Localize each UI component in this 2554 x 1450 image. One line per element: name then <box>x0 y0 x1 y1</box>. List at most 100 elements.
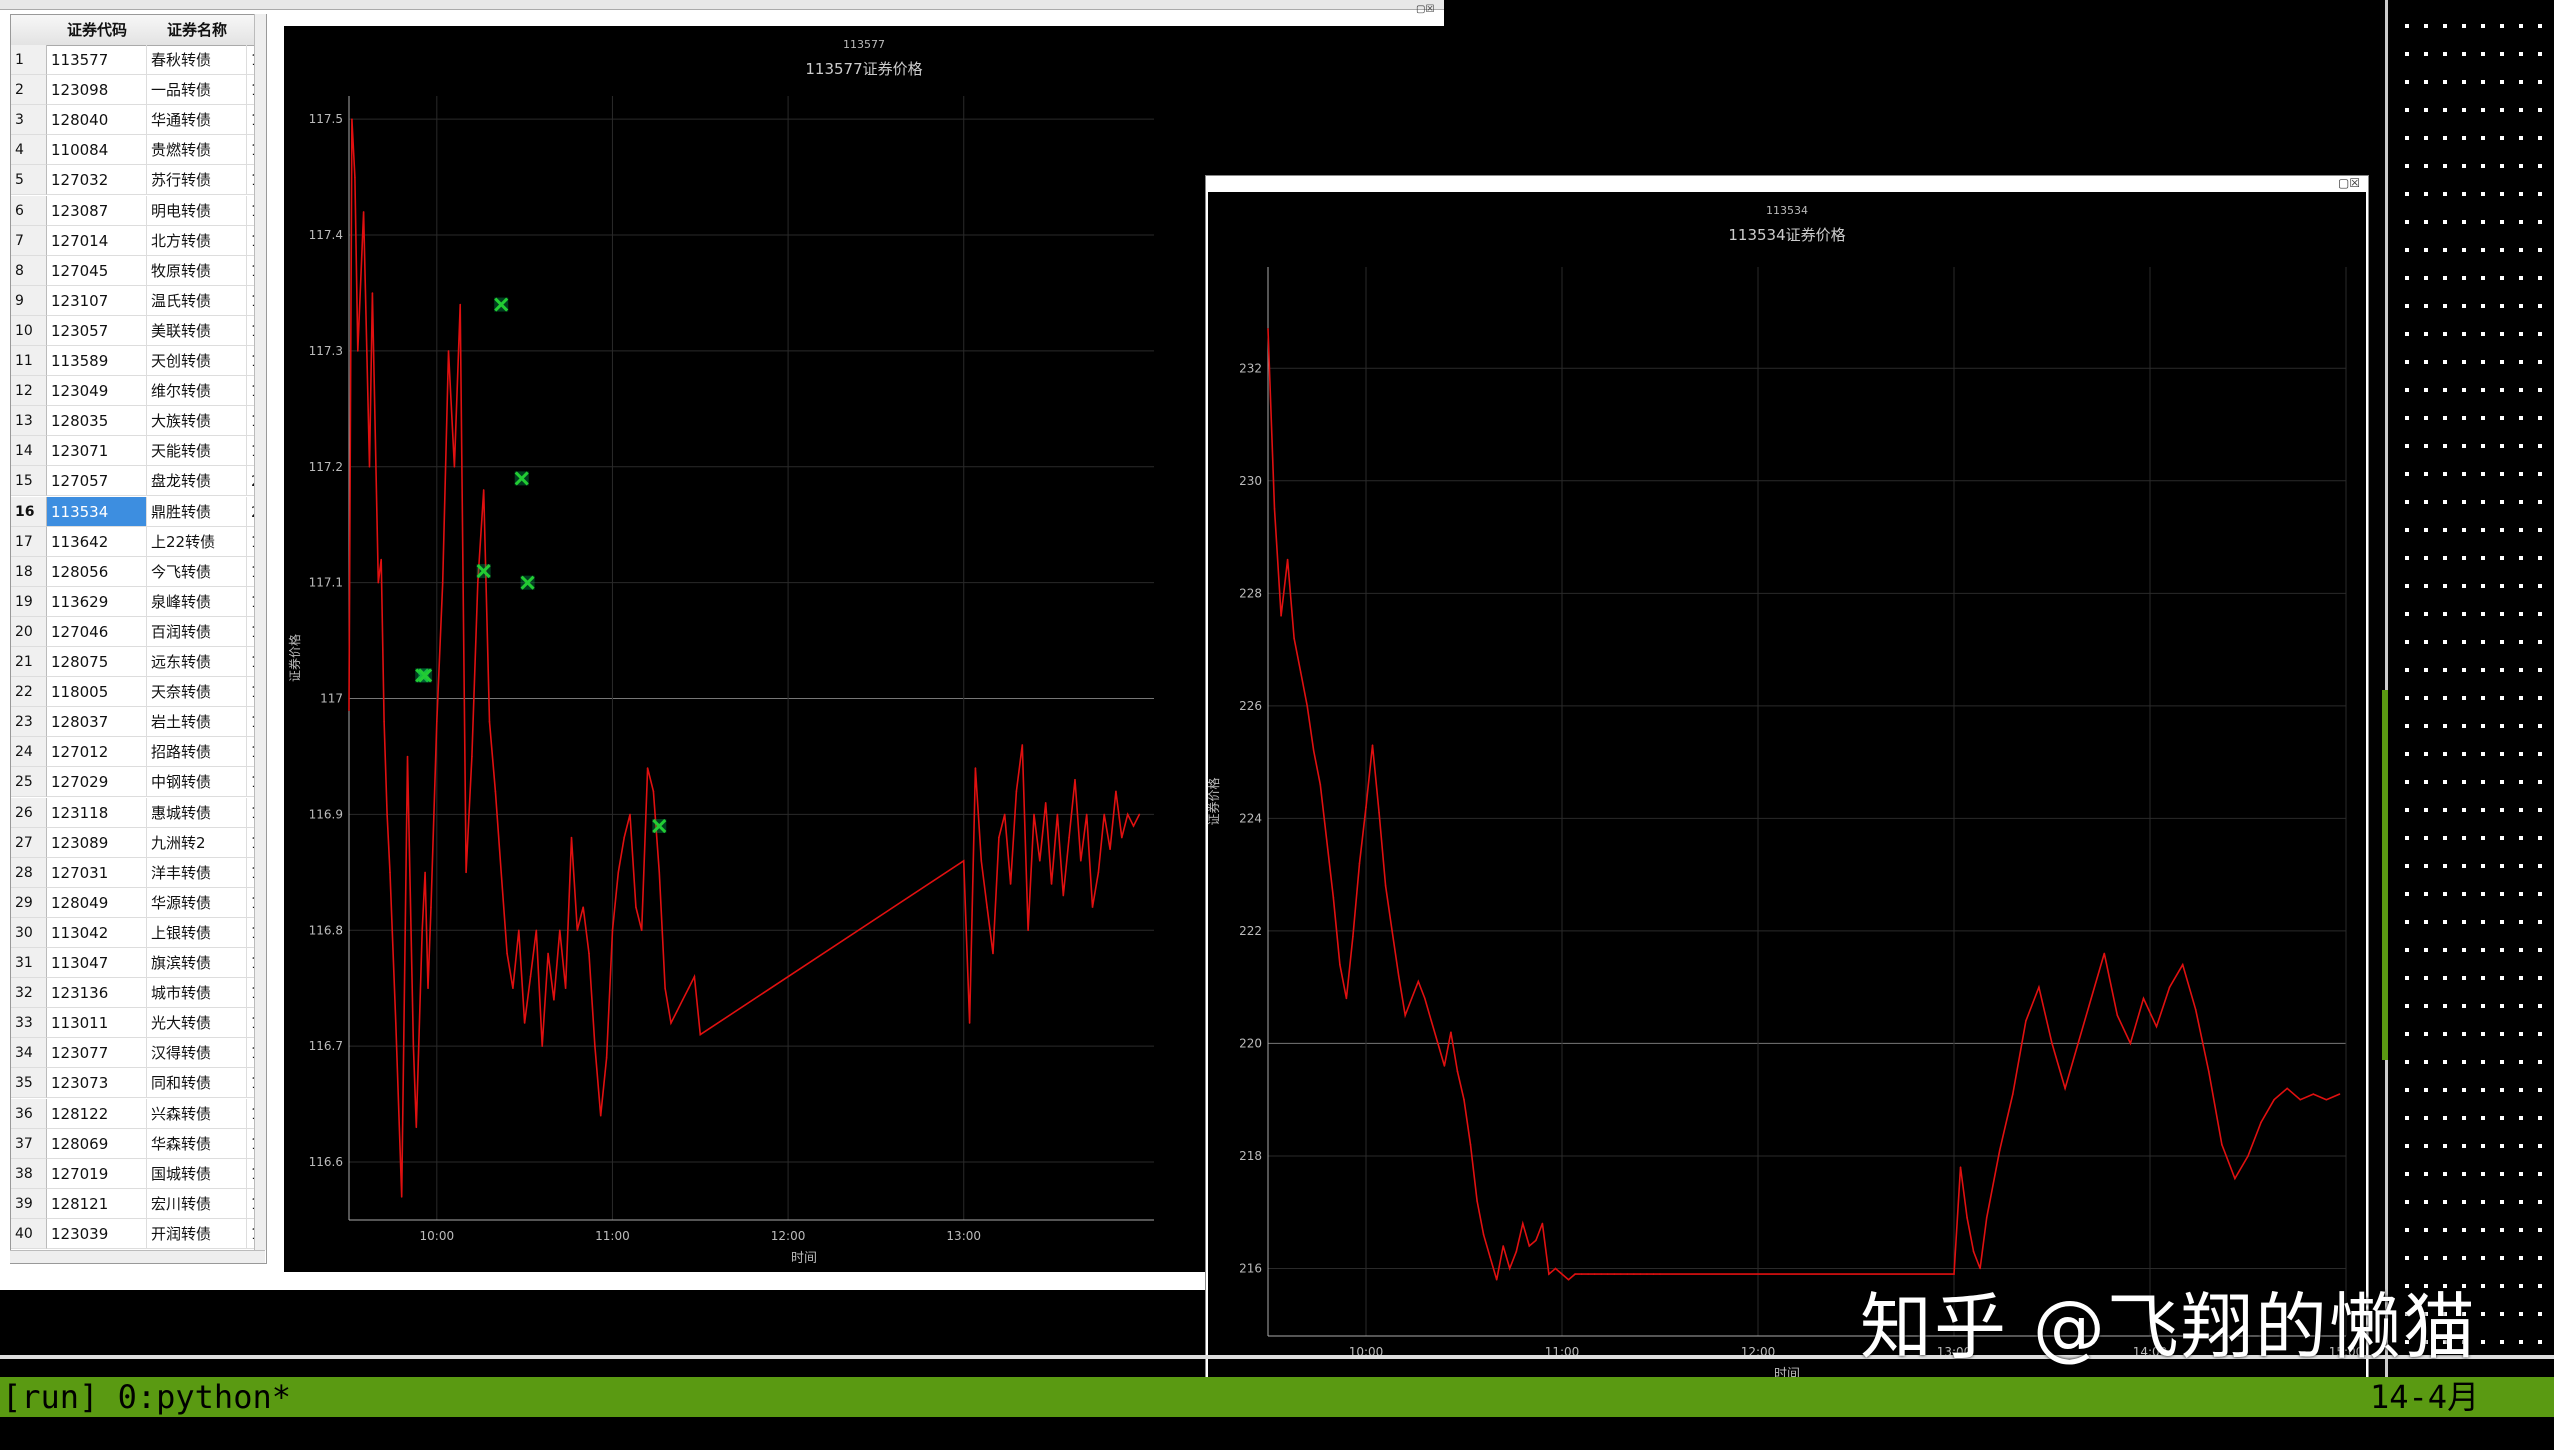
cell-name[interactable]: 上22转债 <box>147 526 247 557</box>
cell-name[interactable]: 光大转债 <box>147 1008 247 1039</box>
cell-code[interactable]: 128040 <box>47 105 147 136</box>
cell-name[interactable]: 苏行转债 <box>147 165 247 196</box>
cell-code[interactable]: 123136 <box>47 978 147 1009</box>
cell-name[interactable]: 中钢转债 <box>147 767 247 798</box>
cell-name[interactable]: 同和转债 <box>147 1068 247 1099</box>
row-number[interactable]: 9 <box>11 285 47 316</box>
securities-table[interactable]: 证券代码 证券名称 1113577春秋转债 12 123098一品转债 13 12804… <box>10 14 267 1264</box>
cell-code[interactable]: 127029 <box>47 767 147 798</box>
cell-code[interactable]: 127046 <box>47 616 147 647</box>
cell-name[interactable]: 明电转债 <box>147 195 247 226</box>
cell-name[interactable]: 华通转债 <box>147 105 247 136</box>
row-number[interactable]: 29 <box>11 887 47 918</box>
row-number[interactable]: 33 <box>11 1008 47 1039</box>
row-number[interactable]: 37 <box>11 1128 47 1159</box>
cell-code[interactable]: 113589 <box>47 346 147 377</box>
row-number[interactable]: 3 <box>11 105 47 136</box>
cell-name[interactable]: 招路转债 <box>147 737 247 768</box>
header-name[interactable]: 证券名称 <box>147 15 248 46</box>
row-number[interactable]: 25 <box>11 767 47 798</box>
cell-name[interactable]: 天能转债 <box>147 436 247 467</box>
row-number[interactable]: 15 <box>11 466 47 497</box>
cell-name[interactable]: 汉得转债 <box>147 1038 247 1069</box>
cell-code[interactable]: 123057 <box>47 315 147 346</box>
cell-name[interactable]: 盘龙转债 <box>147 466 247 497</box>
cell-code[interactable]: 128049 <box>47 887 147 918</box>
row-number[interactable]: 18 <box>11 556 47 587</box>
cell-name[interactable]: 天奈转债 <box>147 677 247 708</box>
row-number[interactable]: 31 <box>11 948 47 979</box>
row-number[interactable]: 10 <box>11 315 47 346</box>
cell-name[interactable]: 牧原转债 <box>147 255 247 286</box>
cell-name[interactable]: 兴森转债 <box>147 1098 247 1129</box>
cell-code[interactable]: 127045 <box>47 255 147 286</box>
cell-code[interactable]: 113042 <box>47 917 147 948</box>
cell-name[interactable]: 开润转债 <box>147 1218 247 1249</box>
cell-name[interactable]: 美联转债 <box>147 315 247 346</box>
row-number[interactable]: 12 <box>11 376 47 407</box>
cell-code[interactable]: 113629 <box>47 586 147 617</box>
row-number[interactable]: 32 <box>11 978 47 1009</box>
cell-name[interactable]: 贵燃转债 <box>147 135 247 166</box>
cell-name[interactable]: 国城转债 <box>147 1158 247 1189</box>
cell-code[interactable]: 123107 <box>47 285 147 316</box>
cell-code[interactable]: 127032 <box>47 165 147 196</box>
cell-name[interactable]: 岩土转债 <box>147 707 247 738</box>
cell-name[interactable]: 北方转债 <box>147 225 247 256</box>
cell-code[interactable]: 113534 <box>47 496 147 527</box>
cell-name[interactable]: 华森转债 <box>147 1128 247 1159</box>
cell-name[interactable]: 一品转债 <box>147 75 247 106</box>
cell-code[interactable]: 128075 <box>47 647 147 678</box>
row-number[interactable]: 16 <box>11 496 47 527</box>
row-number[interactable]: 40 <box>11 1218 47 1249</box>
row-number[interactable]: 30 <box>11 917 47 948</box>
row-number[interactable]: 8 <box>11 255 47 286</box>
row-number[interactable]: 6 <box>11 195 47 226</box>
cell-name[interactable]: 温氏转债 <box>147 285 247 316</box>
cell-name[interactable]: 天创转债 <box>147 346 247 377</box>
cell-name[interactable]: 今飞转债 <box>147 556 247 587</box>
row-number[interactable]: 28 <box>11 857 47 888</box>
row-number[interactable]: 38 <box>11 1158 47 1189</box>
cell-name[interactable]: 九洲转2 <box>147 827 247 858</box>
row-number[interactable]: 1 <box>11 45 47 76</box>
row-number[interactable]: 19 <box>11 586 47 617</box>
cell-name[interactable]: 泉峰转债 <box>147 586 247 617</box>
vertical-scrollbar[interactable] <box>254 14 266 1250</box>
row-number[interactable]: 26 <box>11 797 47 828</box>
row-number[interactable]: 27 <box>11 827 47 858</box>
cell-code[interactable]: 123077 <box>47 1038 147 1069</box>
row-number[interactable]: 39 <box>11 1188 47 1219</box>
cell-code[interactable]: 127057 <box>47 466 147 497</box>
window-buttons[interactable]: ▢☒ <box>2338 176 2360 190</box>
cell-code[interactable]: 123071 <box>47 436 147 467</box>
cell-name[interactable]: 百润转债 <box>147 616 247 647</box>
row-number[interactable]: 7 <box>11 225 47 256</box>
row-number[interactable]: 23 <box>11 707 47 738</box>
row-number[interactable]: 5 <box>11 165 47 196</box>
row-number[interactable]: 11 <box>11 346 47 377</box>
cell-code[interactable]: 113047 <box>47 948 147 979</box>
row-number[interactable]: 22 <box>11 677 47 708</box>
cell-code[interactable]: 118005 <box>47 677 147 708</box>
cell-code[interactable]: 127014 <box>47 225 147 256</box>
cell-name[interactable]: 上银转债 <box>147 917 247 948</box>
row-number[interactable]: 34 <box>11 1038 47 1069</box>
header-code[interactable]: 证券代码 <box>47 15 148 46</box>
cell-name[interactable]: 鼎胜转债 <box>147 496 247 527</box>
cell-name[interactable]: 洋丰转债 <box>147 857 247 888</box>
row-number[interactable]: 36 <box>11 1098 47 1129</box>
cell-name[interactable]: 春秋转债 <box>147 45 247 76</box>
cell-code[interactable]: 128122 <box>47 1098 147 1129</box>
cell-code[interactable]: 123118 <box>47 797 147 828</box>
chart-window-113534[interactable]: ▢☒ 113534 113534证券价格 216 218 220 222 224 226 228… <box>1205 175 2369 1407</box>
row-number[interactable]: 14 <box>11 436 47 467</box>
cell-name[interactable]: 远东转债 <box>147 647 247 678</box>
cell-code[interactable]: 113577 <box>47 45 147 76</box>
cell-code[interactable]: 127012 <box>47 737 147 768</box>
cell-code[interactable]: 123039 <box>47 1218 147 1249</box>
cell-code[interactable]: 128069 <box>47 1128 147 1159</box>
cell-code[interactable]: 123089 <box>47 827 147 858</box>
cell-code[interactable]: 128035 <box>47 406 147 437</box>
cell-name[interactable]: 维尔转债 <box>147 376 247 407</box>
